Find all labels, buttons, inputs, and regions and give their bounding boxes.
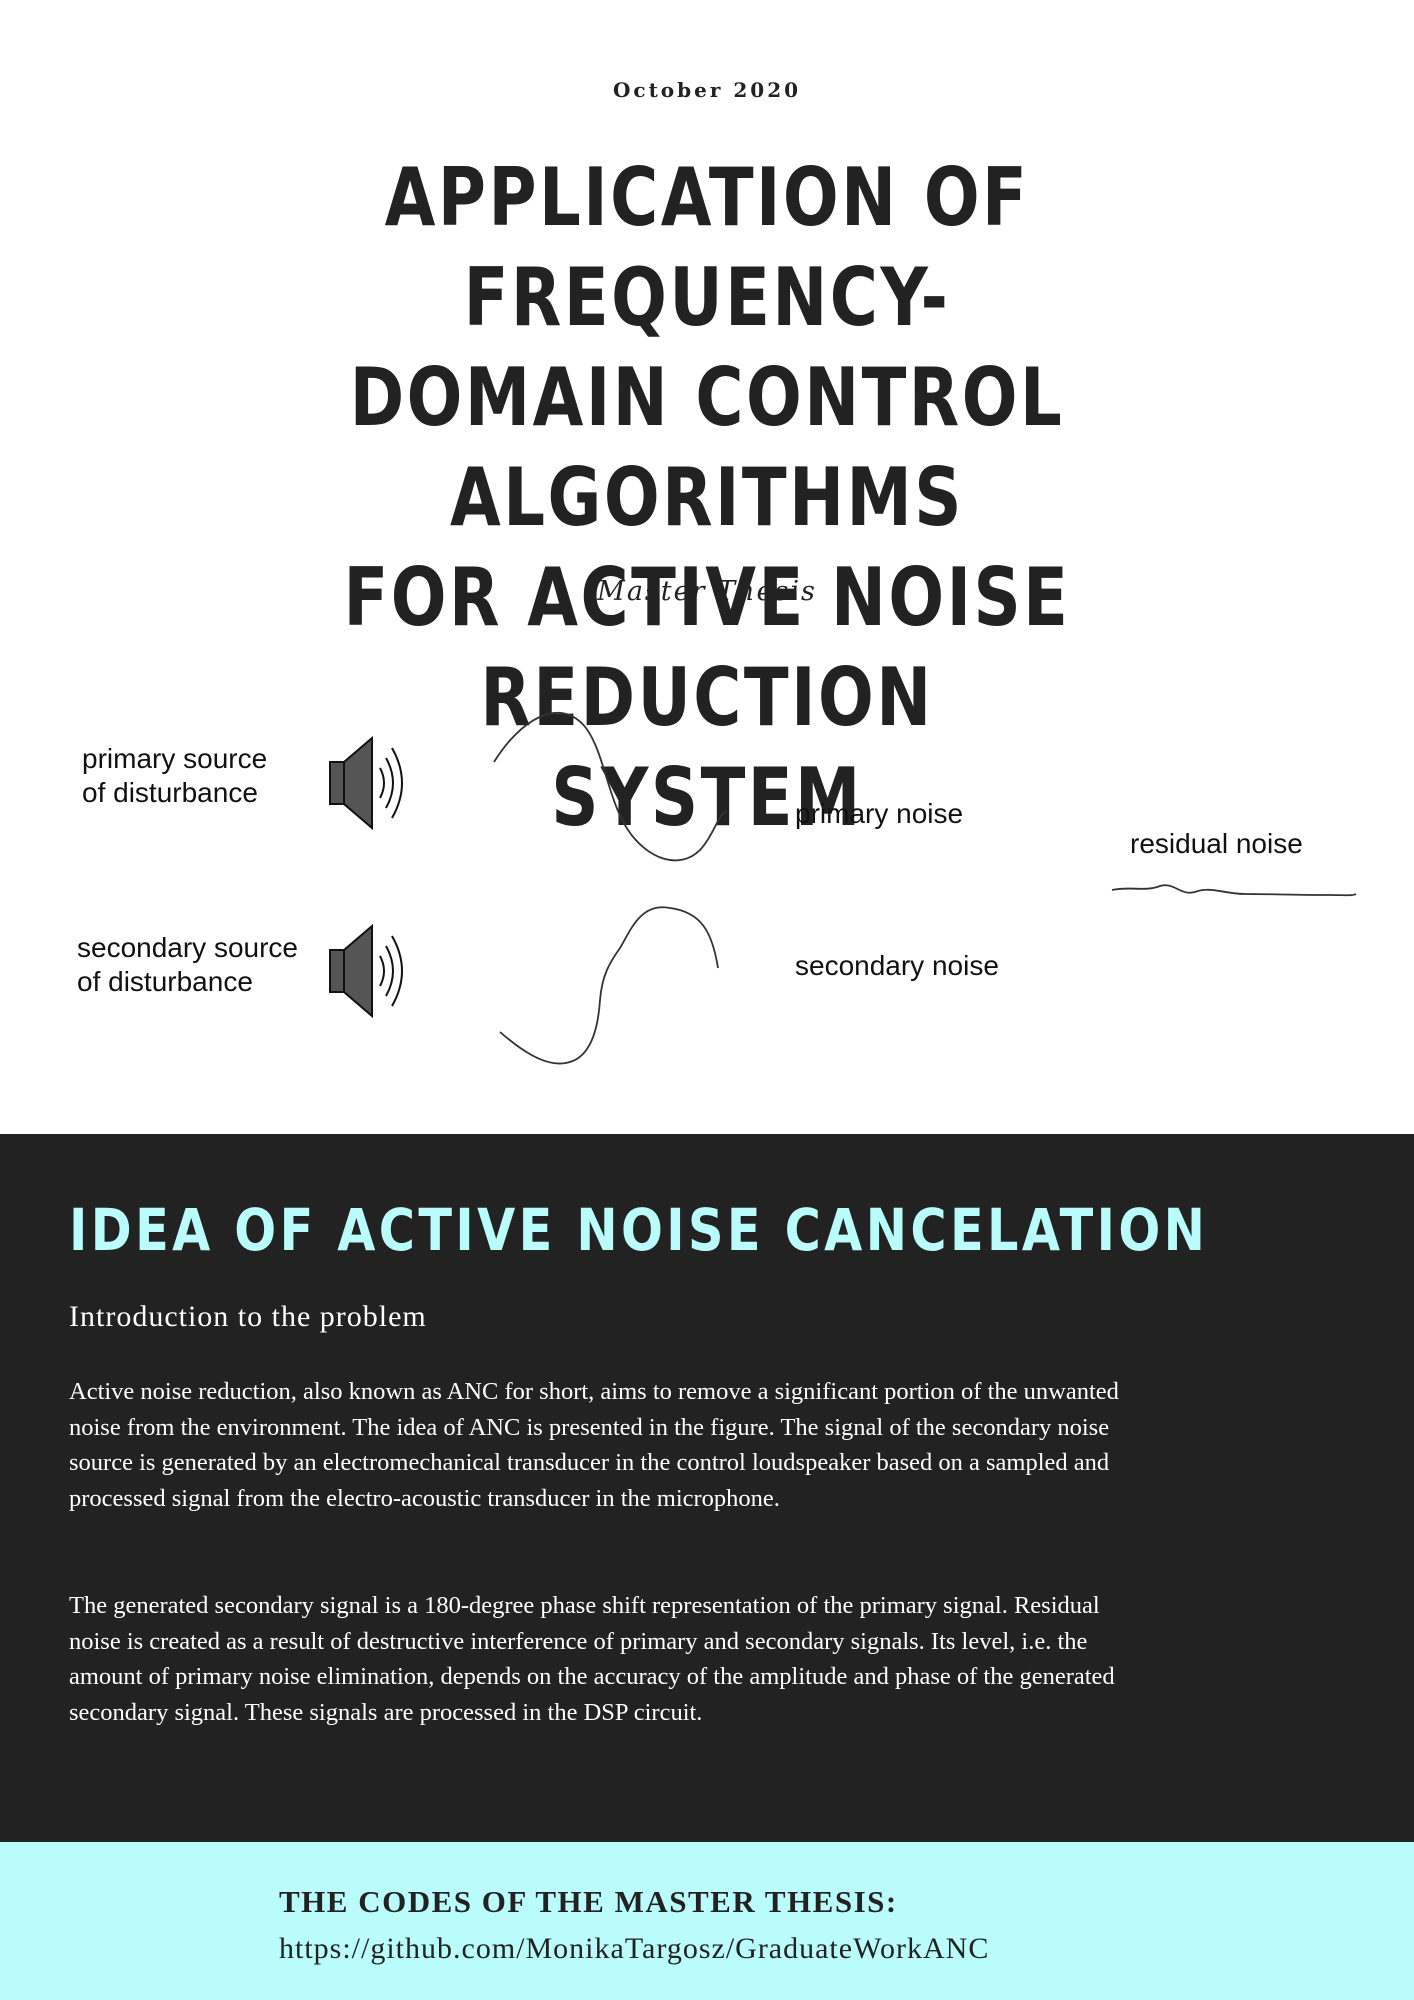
speaker-icon [329, 735, 403, 831]
residual-noise-label: residual noise [1130, 828, 1303, 859]
secondary-noise-label: secondary noise [795, 950, 999, 981]
primary-source-line: of disturbance [82, 777, 258, 808]
section-title: IDEA OF ACTIVE NOISE CANCELATION [69, 1196, 1209, 1264]
secondary-wave [499, 906, 719, 1065]
primary-wave [493, 711, 728, 862]
subtitle: Master Thesis [597, 576, 817, 607]
github-link[interactable]: https://github.com/MonikaTargosz/Graduat… [279, 1932, 989, 1966]
footer: THE CODES OF THE MASTER THESIS: https://… [0, 1842, 1414, 2000]
date-label: October 2020 [612, 78, 802, 102]
primary-noise-label: primary noise [795, 798, 963, 829]
paragraph-1: Active noise reduction, also known as AN… [69, 1378, 1119, 1512]
title-line: DOMAIN CONTROL ALGORITHMS [349, 351, 1065, 544]
footer-label: THE CODES OF THE MASTER THESIS: [279, 1884, 898, 1919]
idea-section: IDEA OF ACTIVE NOISE CANCELATION Introdu… [0, 1134, 1414, 1842]
intro-heading: Introduction to the problem [69, 1300, 427, 1333]
cover-section: October 2020 APPLICATION OF FREQUENCY- D… [0, 0, 1414, 1134]
speaker-icon [329, 923, 403, 1019]
secondary-source-line: of disturbance [77, 966, 253, 997]
primary-source-label: primary source of disturbance [82, 743, 275, 808]
secondary-source-line: secondary source [77, 932, 298, 963]
residual-wave [1111, 884, 1357, 897]
paragraph-2: The generated secondary signal is a 180-… [69, 1592, 1115, 1726]
secondary-source-label: secondary source of disturbance [77, 932, 306, 997]
title-line: APPLICATION OF FREQUENCY- [384, 151, 1030, 344]
primary-source-line: primary source [82, 743, 267, 774]
anc-diagram: primary source of disturbance primary no… [77, 711, 1357, 1065]
